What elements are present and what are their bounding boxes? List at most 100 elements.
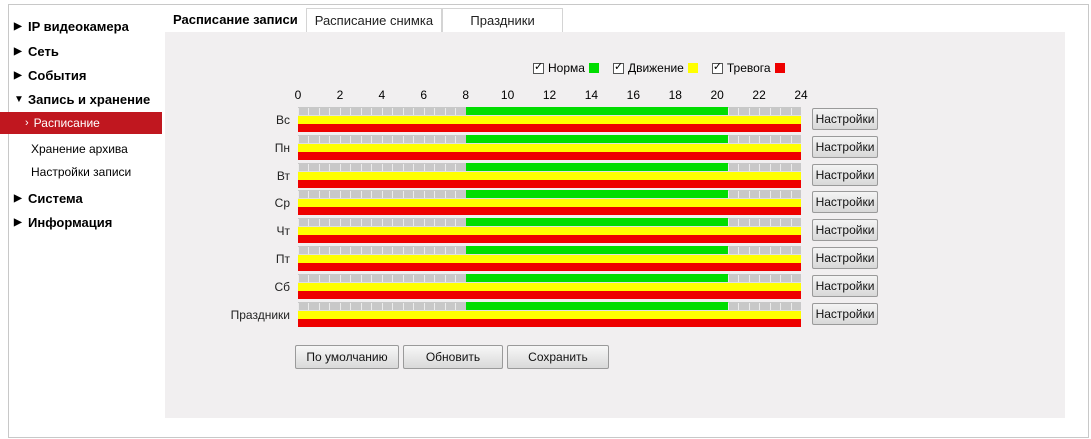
tab-snapshot-schedule[interactable]: Расписание снимка xyxy=(305,8,443,32)
track-tick xyxy=(790,302,792,310)
track-tick xyxy=(780,274,782,282)
track-tick xyxy=(423,219,425,227)
row-settings-button[interactable]: Настройки xyxy=(812,274,878,297)
sidebar-item-events[interactable]: ▶ События xyxy=(14,68,86,83)
sidebar-item-system[interactable]: ▶ Система xyxy=(14,191,83,206)
alarm-record-track[interactable] xyxy=(298,207,801,216)
track-tick xyxy=(434,191,436,199)
track-tick xyxy=(727,108,729,115)
tab-record-schedule[interactable]: Расписание записи xyxy=(165,8,306,32)
row-settings-button[interactable]: Настройки xyxy=(812,191,878,214)
motion-record-track[interactable] xyxy=(298,171,801,180)
track-tick xyxy=(371,219,373,227)
track-tick xyxy=(371,163,373,171)
alarm-record-track[interactable] xyxy=(298,235,801,244)
tab-holidays[interactable]: Праздники xyxy=(442,8,564,32)
alarm-record-track[interactable] xyxy=(298,290,801,299)
track-tick xyxy=(727,274,729,282)
track-tick xyxy=(423,108,425,115)
track-tick xyxy=(381,191,383,199)
schedule-row[interactable] xyxy=(298,107,801,132)
hour-tick-label: 0 xyxy=(294,88,302,102)
track-tick xyxy=(769,108,771,115)
track-tick xyxy=(381,135,383,143)
track-tick xyxy=(381,108,383,115)
track-tick xyxy=(455,302,457,310)
track-tick xyxy=(339,163,341,171)
motion-record-track[interactable] xyxy=(298,143,801,152)
row-settings-button[interactable]: Настройки xyxy=(812,135,878,158)
save-button[interactable]: Сохранить xyxy=(507,345,609,369)
track-tick xyxy=(759,135,761,143)
track-tick xyxy=(339,302,341,310)
motion-record-track[interactable] xyxy=(298,227,801,236)
sidebar-subitem-archive-storage[interactable]: Хранение архива xyxy=(0,138,162,160)
motion-checkbox[interactable] xyxy=(612,61,624,74)
track-tick xyxy=(413,135,415,143)
track-tick xyxy=(444,135,446,143)
track-tick xyxy=(308,247,310,254)
alarm-record-track[interactable] xyxy=(298,179,801,188)
track-tick xyxy=(759,247,761,254)
alarm-record-track[interactable] xyxy=(298,151,801,160)
row-settings-button[interactable]: Настройки xyxy=(812,247,878,269)
schedule-row[interactable] xyxy=(298,162,801,188)
motion-record-track[interactable] xyxy=(298,255,801,263)
track-tick xyxy=(780,302,782,310)
sidebar-item-information[interactable]: ▶ Информация xyxy=(14,215,112,230)
track-tick xyxy=(748,219,750,227)
track-tick xyxy=(455,108,457,115)
sidebar-subitem-record-settings[interactable]: Настройки записи xyxy=(0,161,162,183)
track-tick xyxy=(298,108,299,115)
schedule-row[interactable] xyxy=(298,246,801,271)
motion-record-track[interactable] xyxy=(298,199,801,208)
track-tick xyxy=(748,274,750,282)
track-tick xyxy=(360,108,362,115)
schedule-row[interactable] xyxy=(298,134,801,160)
track-tick xyxy=(298,219,299,227)
legend: Норма Движение Тревога xyxy=(533,61,799,75)
track-tick xyxy=(423,302,425,310)
legend-swatch-normal xyxy=(588,63,599,73)
track-tick xyxy=(350,302,352,310)
default-button[interactable]: По умолчанию xyxy=(295,345,399,369)
track-tick xyxy=(329,302,331,310)
track-tick xyxy=(329,247,331,254)
track-tick xyxy=(413,247,415,254)
track-tick xyxy=(780,108,782,115)
schedule-row[interactable] xyxy=(298,218,801,244)
track-tick xyxy=(381,163,383,171)
row-settings-button[interactable]: Настройки xyxy=(812,219,878,242)
track-tick xyxy=(329,274,331,282)
sidebar-item-network[interactable]: ▶ Сеть xyxy=(14,44,59,59)
schedule-row[interactable] xyxy=(298,273,801,299)
sidebar-subitem-schedule[interactable]: › Расписание xyxy=(0,112,162,134)
hour-tick-label: 16 xyxy=(626,88,640,102)
sidebar-item-recording-storage[interactable]: ▼ Запись и хранение xyxy=(14,92,150,107)
track-tick xyxy=(350,163,352,171)
row-settings-button[interactable]: Настройки xyxy=(812,108,878,130)
motion-record-track[interactable] xyxy=(298,116,801,124)
track-tick xyxy=(339,247,341,254)
sidebar-item-ip-camera[interactable]: ▶ IP видеокамера xyxy=(14,19,129,34)
track-tick xyxy=(360,191,362,199)
track-tick xyxy=(350,135,352,143)
hour-tick-label: 4 xyxy=(378,88,386,102)
alarm-checkbox[interactable] xyxy=(711,61,723,74)
alarm-record-track[interactable] xyxy=(298,124,801,132)
schedule-row[interactable] xyxy=(298,301,801,327)
schedule-row[interactable] xyxy=(298,190,801,216)
row-settings-button[interactable]: Настройки xyxy=(812,302,878,325)
alarm-record-track[interactable] xyxy=(298,318,801,327)
row-settings-button[interactable]: Настройки xyxy=(812,163,878,186)
track-tick xyxy=(738,247,740,254)
refresh-button[interactable]: Обновить xyxy=(403,345,503,369)
normal-checkbox[interactable] xyxy=(533,61,544,74)
track-tick xyxy=(350,191,352,199)
sidebar-item-label: IP видеокамера xyxy=(28,19,129,34)
day-label: Праздники xyxy=(230,307,290,322)
motion-record-track[interactable] xyxy=(298,310,801,319)
track-tick xyxy=(392,108,394,115)
alarm-record-track[interactable] xyxy=(298,263,801,271)
motion-record-track[interactable] xyxy=(298,282,801,291)
